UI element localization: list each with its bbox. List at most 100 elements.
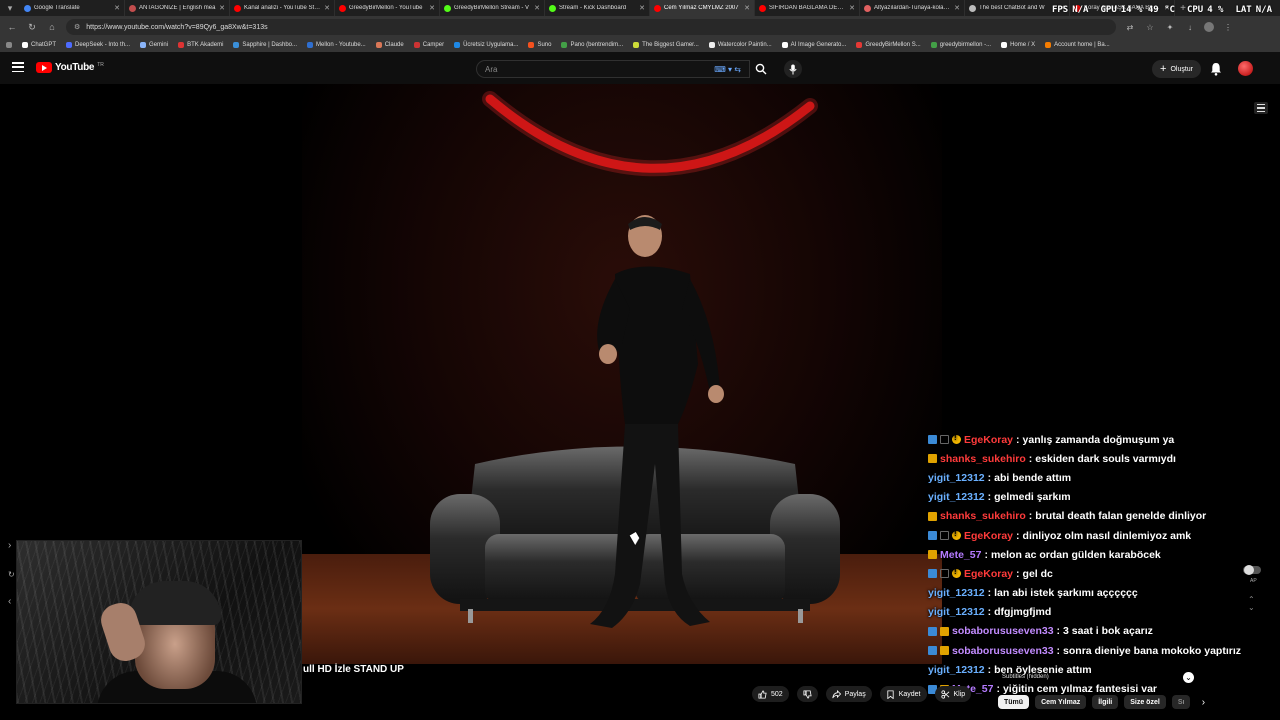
thumbs-down-icon [803,689,812,699]
chat-username[interactable]: sobaborususeven33 [952,645,1054,657]
chat-username[interactable]: EgeKoray [964,568,1013,580]
browser-tab[interactable]: Stream - Kick Dashboard ✕ [545,0,650,16]
filter-chip[interactable]: Size özel [1124,695,1166,709]
bookmark-item[interactable]: Gemini [140,42,168,48]
chat-username[interactable]: EgeKoray [964,530,1013,542]
bookmark-icon [887,689,894,699]
filter-chip[interactable]: Cem Yılmaz [1035,695,1087,709]
back-icon[interactable]: ← [6,22,18,32]
user-avatar[interactable] [1238,61,1253,76]
bookmark-item[interactable]: BTK Akademi [178,42,223,48]
translate-icon[interactable]: ⇄ [1124,23,1136,32]
browser-tab[interactable]: GreedyBirMellon - YouTube ✕ [335,0,440,16]
bookmark-item[interactable]: Camper [413,42,444,48]
bookmark-star-icon[interactable]: ☆ [1144,23,1156,32]
tab-close-icon[interactable]: ✕ [639,4,645,12]
site-info-icon[interactable]: ⚙ [74,23,80,31]
mod-badge-icon [928,646,937,656]
filter-chip[interactable]: Sı [1171,695,1191,709]
tab-favicon-icon [549,4,556,12]
menu-icon[interactable] [12,62,24,72]
browser-tab[interactable]: ANTAGONIZE | English mea ✕ [125,0,230,16]
home-icon[interactable]: ⌂ [46,22,58,32]
browser-profile-avatar[interactable] [1204,22,1214,32]
create-button[interactable]: + Oluştur [1152,60,1201,78]
chat-username[interactable]: yigit_12312 [928,472,985,484]
bookmark-item[interactable]: Claude [375,42,404,48]
tab-close-icon[interactable]: ✕ [849,4,855,12]
side-expand-chevron-icon[interactable]: › [8,540,11,551]
side-refresh-icon[interactable]: ↻ [8,570,15,579]
chat-username[interactable]: yigit_12312 [928,587,985,599]
bookmark-item[interactable]: ChatGPT [22,42,56,48]
chat-username[interactable]: sobaborususeven33 [952,625,1054,637]
search-input[interactable]: Ara ⌨ ▾ ⇆ [476,60,750,78]
filter-chip[interactable]: Tümü [998,695,1030,709]
bookmark-item[interactable]: DeepSeek - Into th... [66,42,130,48]
bookmark-item[interactable]: greedybirmellon -... [930,42,991,48]
chat-username[interactable]: shanks_sukehiro [940,510,1026,522]
tab-close-icon[interactable]: ✕ [534,4,540,12]
autoplay-toggle[interactable] [1243,565,1261,575]
tab-title: Google Translate [34,5,80,11]
scroll-arrows-icon[interactable]: ⌃ ⌄ [1248,596,1255,612]
chat-collapse-icon[interactable] [1254,102,1268,114]
filter-chip[interactable]: İlgili [1092,695,1119,709]
chevron-down-circle-icon[interactable]: ⌄ [1183,672,1194,683]
tab-close-icon[interactable]: ✕ [219,4,225,12]
tab-close-icon[interactable]: ✕ [324,4,330,12]
browser-tab[interactable]: GreedyBirMellon Stream - V ✕ [440,0,545,16]
bookmark-item[interactable]: AI Image Generato... [781,42,846,48]
bookmark-item[interactable]: Watercolor Paintin... [708,42,772,48]
browser-tab[interactable]: Google Translate ✕ [20,0,125,16]
extensions-icon[interactable]: ✦ [1164,23,1176,32]
bookmark-item[interactable]: Mellon - Youtube... [307,42,366,48]
chat-username[interactable]: Mete_57 [940,549,981,561]
youtube-logo[interactable]: YouTube TR [36,62,104,73]
browser-menu-dots-icon[interactable]: ⋮ [1222,23,1234,32]
all-bookmarks-icon[interactable] [6,42,12,48]
chat-username[interactable]: EgeKoray [964,434,1013,446]
browser-tab[interactable]: SIFIRDAN BAĞLAMA DERSİ ✕ [755,0,860,16]
bookmark-item[interactable]: GreedyBirMellon S... [856,42,921,48]
voice-search-button[interactable] [784,60,802,78]
tab-close-icon[interactable]: ✕ [429,4,435,12]
tab-favicon-icon [339,4,346,12]
save-button[interactable]: Kaydet [879,686,927,702]
bookmark-item[interactable]: Suno [528,42,551,48]
url-field[interactable]: ⚙ https://www.youtube.com/watch?v=89Qy6_… [66,19,1116,35]
video-player[interactable]: › ↻ ‹ ull HD İzle STAND UP EgeKoray:yanl… [0,84,1280,720]
bookmark-item[interactable]: The Biggest Gamer... [633,42,699,48]
notifications-bell-icon[interactable] [1210,62,1222,76]
chat-username[interactable]: yigit_12312 [928,606,985,618]
tab-close-icon[interactable]: ✕ [114,4,120,12]
bookmark-label: Gemini [149,42,169,48]
browser-menu-icon[interactable]: ▾ [0,0,20,16]
bookmark-item[interactable]: Pano (bentrendim... [561,42,623,48]
chat-username[interactable]: yigit_12312 [928,664,985,676]
browser-tab[interactable]: Kanal analizi - YouTube Studi ✕ [230,0,335,16]
bookmark-favicon-icon [1001,42,1008,48]
bookmark-item[interactable]: Account home | Ba... [1045,42,1110,48]
reload-icon[interactable]: ↻ [26,22,38,33]
chat-message: sobaborususeven33:3 saat i bok açarız [928,622,1258,641]
bookmark-favicon-icon [178,42,185,48]
chat-username[interactable]: yigit_12312 [928,491,985,503]
bookmark-item[interactable]: Ücretsiz Uygulama... [454,42,518,48]
share-button[interactable]: Paylaş [825,686,872,702]
tab-close-icon[interactable]: ✕ [744,4,750,12]
chips-next-chevron-icon[interactable]: › [1196,695,1210,709]
bookmark-item[interactable]: Sapphire | Dashbo... [233,42,297,48]
side-collapse-chevron-icon[interactable]: ‹ [8,596,11,607]
keyboard-icon[interactable]: ⌨ ▾ ⇆ [714,65,741,74]
chat-username[interactable]: shanks_sukehiro [940,453,1026,465]
browser-tab[interactable]: Altyazılardan-Tunaya-kolay-e ✕ [860,0,965,16]
downloads-icon[interactable]: ↓ [1184,23,1196,32]
clip-button[interactable]: Klip [934,686,972,702]
browser-tab[interactable]: Cem Yılmaz CMYLMZ 2007 ✕ [650,0,755,16]
bookmark-item[interactable]: Home / X [1001,42,1035,48]
search-button[interactable] [750,60,772,78]
like-button[interactable]: 502 [752,686,789,702]
tab-close-icon[interactable]: ✕ [954,4,960,12]
dislike-button[interactable] [796,686,818,702]
